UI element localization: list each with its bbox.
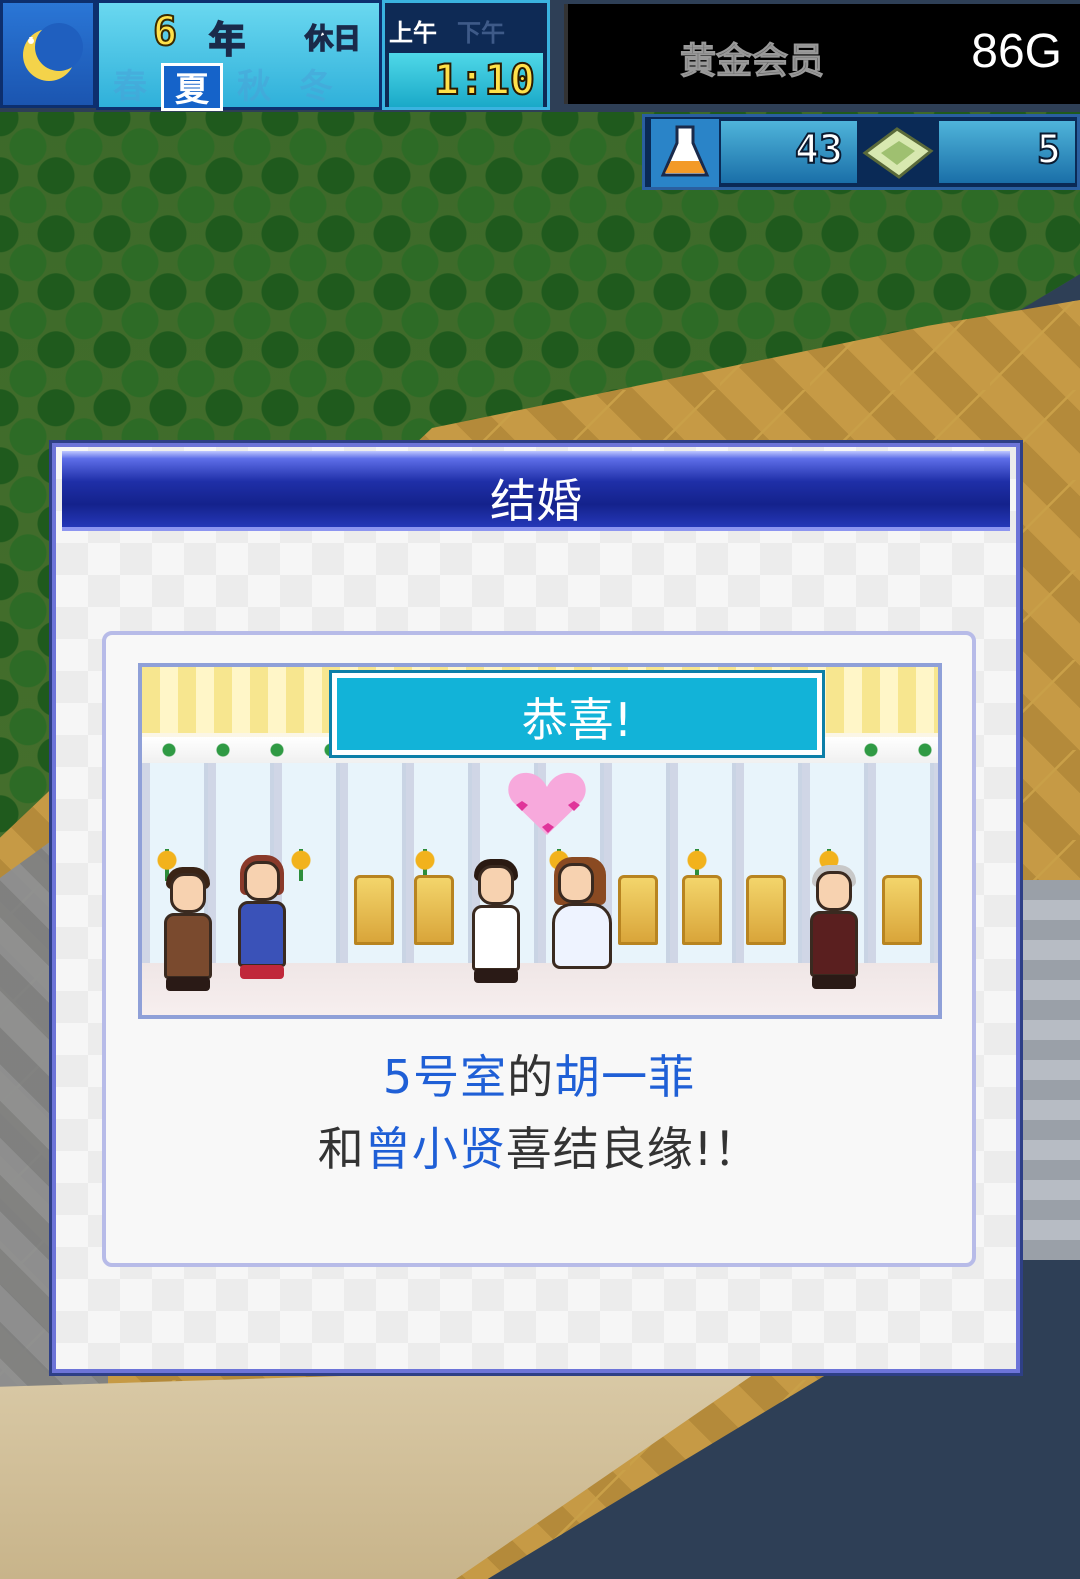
ticket-count: 5: [1036, 126, 1062, 174]
research-points: 43: [794, 126, 844, 174]
money-amount: 86G: [971, 25, 1062, 78]
dialog-title: 结婚: [490, 474, 582, 528]
marriage-text: 喜结良缘!！: [505, 1122, 761, 1176]
possessive-text: 的: [507, 1050, 555, 1104]
time-display: 1:10: [389, 53, 543, 107]
priest: [802, 865, 866, 993]
season-winter: 冬: [299, 67, 333, 107]
season-summer: 夏: [161, 63, 223, 111]
year-number: 6: [152, 8, 178, 56]
guest-man: [156, 867, 220, 995]
chapel-pew: [414, 875, 454, 945]
moon-icon: [23, 23, 83, 81]
research-points-box: 43: [721, 121, 857, 183]
conjunction-text: 和: [317, 1122, 365, 1176]
guest-woman: [230, 855, 294, 983]
congrats-banner: 恭喜!: [329, 670, 825, 758]
night-mode-button[interactable]: [0, 0, 96, 108]
flask-icon: [651, 119, 719, 187]
bride-name: 胡一菲: [554, 1050, 696, 1104]
top-hud: 6 年 休日 春 夏 秋 冬 上午 下午 1:10 黄金会员 86G: [0, 0, 1080, 112]
clock-panel: 上午 下午 1:10: [382, 0, 550, 110]
season-spring: 春: [113, 67, 147, 107]
marriage-dialog[interactable]: 结婚 恭喜! 5号室的胡一菲 和曾小贤喜结良缘!！: [52, 443, 1020, 1373]
gold-member-label: 黄金会员: [679, 41, 825, 83]
money-panel: 黄金会员 86G: [564, 4, 1080, 104]
bathroom-area: [1020, 880, 1080, 1260]
year-unit: 年: [208, 19, 246, 62]
message-line-1: 5号室的胡一菲: [106, 1041, 972, 1107]
holiday-label: 休日: [304, 21, 362, 56]
chapel-pew: [354, 875, 394, 945]
ticket-icon: [862, 127, 934, 179]
chapel-pew: [882, 875, 922, 945]
am-label: 上午: [389, 19, 437, 47]
chapel-pew: [682, 875, 722, 945]
heart-icon: [508, 772, 586, 835]
message-line-2: 和曾小贤喜结良缘!！: [106, 1113, 972, 1179]
clock-time: 1:10: [433, 54, 536, 105]
bride: [544, 857, 616, 985]
chapel-pew: [618, 875, 658, 945]
groom: [464, 859, 528, 987]
tickets-box: 5: [939, 121, 1075, 183]
season-indicator: 春 夏 秋 冬: [99, 63, 385, 111]
room-number: 5号室: [382, 1050, 508, 1104]
pm-label: 下午: [457, 19, 505, 47]
wedding-scene: 恭喜!: [138, 663, 942, 1019]
groom-name: 曾小贤: [364, 1122, 506, 1176]
event-card: 恭喜! 5号室的胡一菲 和曾小贤喜结良缘!！: [102, 631, 976, 1267]
resource-panel: 43 5: [642, 114, 1080, 190]
date-panel: 6 年 休日 春 夏 秋 冬: [96, 0, 385, 111]
season-autumn: 秋: [237, 67, 271, 107]
chapel-pew: [746, 875, 786, 945]
congrats-text: 恭喜!: [521, 693, 633, 747]
dialog-header: 结婚: [62, 451, 1010, 531]
